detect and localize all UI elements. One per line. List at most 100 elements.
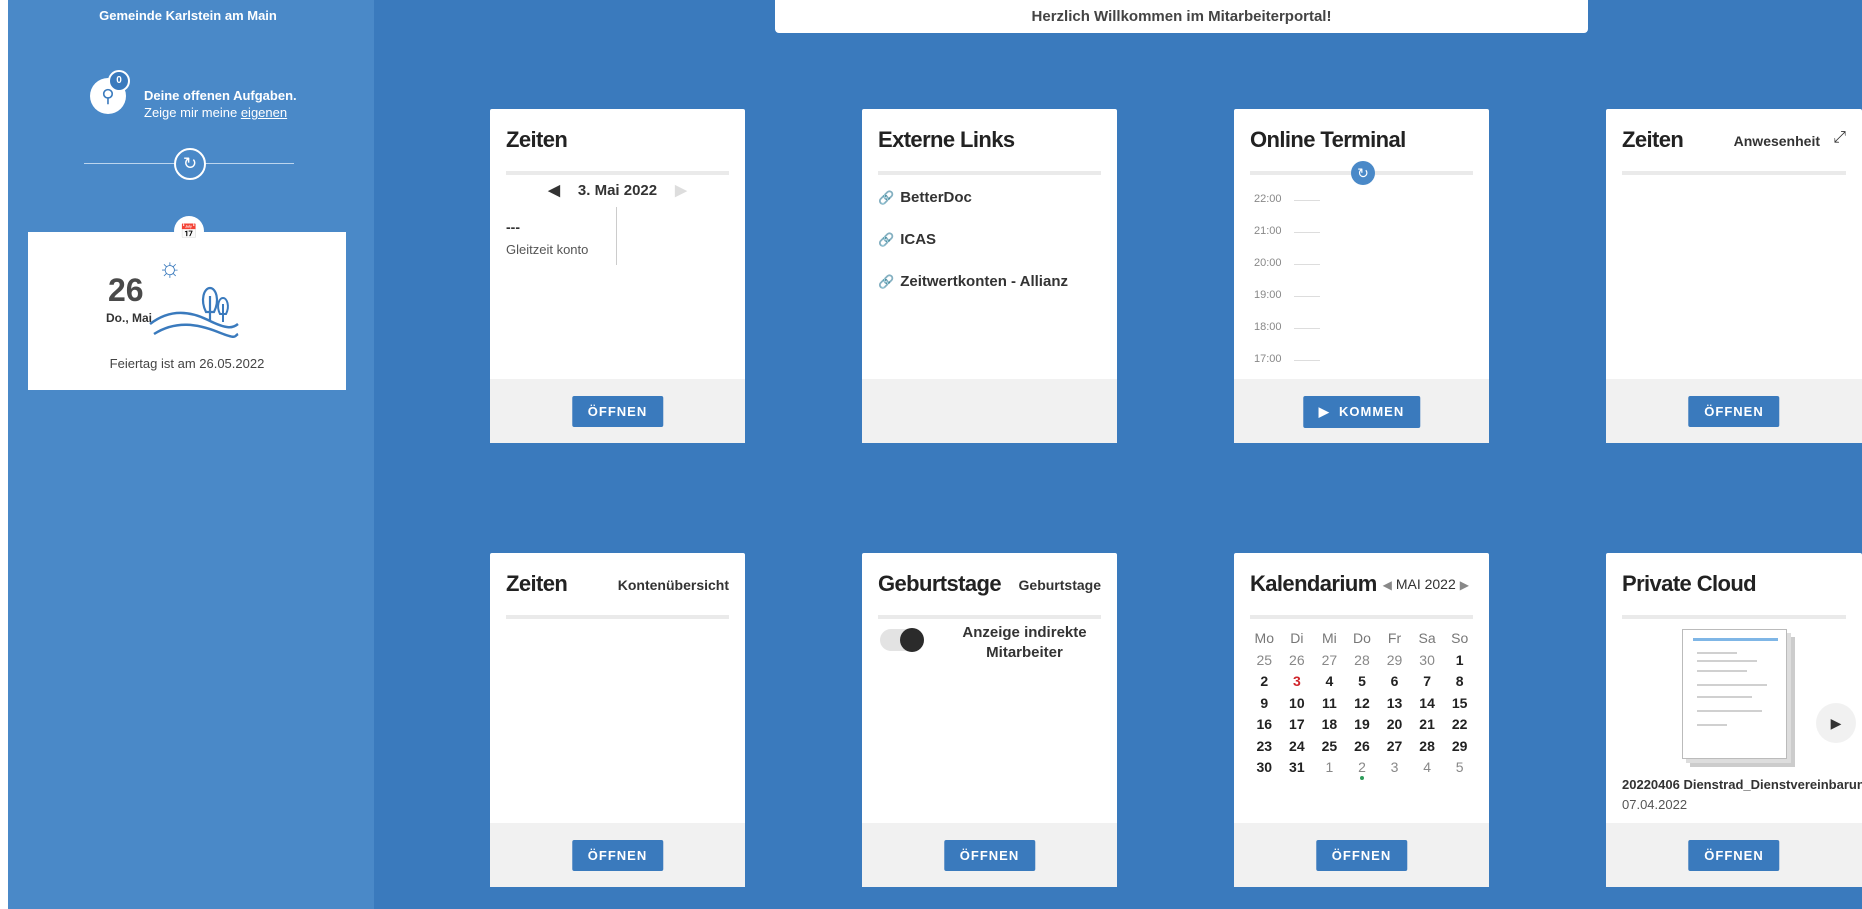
day-cell[interactable]: 22 bbox=[1443, 714, 1476, 736]
link-icon: 🔗 bbox=[878, 232, 895, 247]
open-button[interactable]: ÖFFNEN bbox=[1315, 840, 1408, 871]
prev-date-icon[interactable]: ◀ bbox=[548, 182, 560, 199]
day-cell[interactable]: 23 bbox=[1248, 735, 1281, 757]
card-footer: ÖFFNEN bbox=[490, 823, 745, 887]
day-cell[interactable]: 2 bbox=[1248, 671, 1281, 693]
day-cell[interactable]: 26 bbox=[1346, 735, 1379, 757]
tasks-prompt: Zeige mir meine bbox=[144, 105, 238, 120]
day-cell[interactable]: 25 bbox=[1248, 649, 1281, 671]
day-cell[interactable]: 24 bbox=[1281, 735, 1314, 757]
day-cell-event[interactable]: 2 bbox=[1346, 757, 1379, 780]
left-edge bbox=[0, 0, 8, 909]
own-tasks-link[interactable]: eigenen bbox=[241, 105, 287, 120]
next-date-icon[interactable]: ▶ bbox=[675, 182, 687, 199]
day-cell[interactable]: 29 bbox=[1378, 649, 1411, 671]
day-cell[interactable]: 20 bbox=[1378, 714, 1411, 736]
day-cell[interactable]: 30 bbox=[1411, 649, 1444, 671]
day-cell[interactable]: 17 bbox=[1281, 714, 1314, 736]
card-title: Kalendarium bbox=[1250, 571, 1377, 596]
open-button[interactable]: ÖFFNEN bbox=[1688, 396, 1780, 427]
prev-month-icon[interactable]: ◀ bbox=[1383, 578, 1392, 592]
day-cell[interactable]: 5 bbox=[1346, 671, 1379, 693]
card-subtitle: Anwesenheit bbox=[1733, 133, 1820, 149]
day-cell[interactable]: 26 bbox=[1281, 649, 1314, 671]
day-cell[interactable]: 29 bbox=[1443, 735, 1476, 757]
day-cell[interactable]: 1 bbox=[1313, 757, 1346, 779]
day-cell[interactable]: 3 bbox=[1378, 757, 1411, 779]
doc-line bbox=[1697, 652, 1737, 654]
day-cell[interactable]: 28 bbox=[1411, 735, 1444, 757]
day-cell[interactable]: 8 bbox=[1443, 671, 1476, 693]
calendar-icon[interactable]: 📅 bbox=[174, 216, 204, 246]
card-external-links: Externe Links 🔗 BetterDoc 🔗 ICAS 🔗 Zeitwert… bbox=[862, 109, 1117, 443]
external-link[interactable]: 🔗 Zeitwertkonten - Allianz bbox=[878, 273, 1068, 290]
next-month-icon[interactable]: ▶ bbox=[1460, 578, 1469, 592]
day-cell[interactable]: 27 bbox=[1313, 649, 1346, 671]
day-cell[interactable]: 13 bbox=[1378, 692, 1411, 714]
day-label: Do., Mai bbox=[106, 311, 153, 325]
doc-line bbox=[1697, 684, 1767, 686]
refresh-icon[interactable]: ↻ bbox=[174, 148, 206, 180]
day-cell[interactable]: 4 bbox=[1411, 757, 1444, 779]
day-cell[interactable]: 11 bbox=[1313, 692, 1346, 714]
week-row: 30 31 1 2 3 4 5 bbox=[1248, 757, 1476, 780]
card-divider bbox=[506, 615, 729, 619]
card-private-cloud: Private Cloud ▶ 20220406 Dienstrad_Diens… bbox=[1606, 553, 1862, 887]
day-cell[interactable]: 31 bbox=[1281, 757, 1314, 779]
hour-label: 22:00 bbox=[1254, 193, 1319, 205]
card-title: Zeiten bbox=[506, 127, 568, 152]
indirect-employees-toggle[interactable] bbox=[880, 628, 924, 652]
card-subtitle: Geburtstage bbox=[1018, 577, 1101, 593]
week-row: 2 3 4 5 6 7 8 bbox=[1248, 671, 1476, 693]
day-cell[interactable]: 9 bbox=[1248, 692, 1281, 714]
weekday-row: Mo Di Mi Do Fr Sa So bbox=[1248, 627, 1476, 649]
gleitzeit-label: Gleitzeit konto bbox=[506, 242, 589, 257]
weekday-label: Mi bbox=[1322, 630, 1337, 646]
next-document-icon[interactable]: ▶ bbox=[1816, 703, 1856, 743]
file-name: 20220406 Dienstrad_Dienstvereinbarung.pd… bbox=[1622, 777, 1862, 792]
weekday-label: Sa bbox=[1418, 630, 1436, 646]
day-cell[interactable]: 14 bbox=[1411, 692, 1444, 714]
week-row: 25 26 27 28 29 30 1 bbox=[1248, 649, 1476, 671]
day-cell[interactable]: 18 bbox=[1313, 714, 1346, 736]
external-link[interactable]: 🔗 BetterDoc bbox=[878, 189, 972, 206]
day-cell[interactable]: 5 bbox=[1443, 757, 1476, 779]
day-cell[interactable]: 15 bbox=[1443, 692, 1476, 714]
day-cell[interactable]: 28 bbox=[1346, 649, 1379, 671]
doc-line bbox=[1697, 670, 1747, 672]
day-cell[interactable]: 30 bbox=[1248, 757, 1281, 779]
toggle-label: Anzeige indirekte Mitarbeiter bbox=[962, 624, 1087, 661]
day-cell[interactable]: 10 bbox=[1281, 692, 1314, 714]
day-cell[interactable]: 21 bbox=[1411, 714, 1444, 736]
open-button[interactable]: ÖFFNEN bbox=[943, 840, 1036, 871]
link-label: BetterDoc bbox=[900, 189, 972, 206]
landscape-icon bbox=[149, 286, 239, 338]
day-cell[interactable]: 25 bbox=[1313, 735, 1346, 757]
weekday-label: Do bbox=[1353, 630, 1371, 646]
day-cell[interactable]: 7 bbox=[1411, 671, 1444, 693]
kommen-button[interactable]: ▶ KOMMEN bbox=[1302, 396, 1421, 428]
day-cell[interactable]: 19 bbox=[1346, 714, 1379, 736]
card-title: Online Terminal bbox=[1250, 127, 1406, 152]
open-button[interactable]: ÖFFNEN bbox=[571, 840, 664, 871]
month-grid: Mo Di Mi Do Fr Sa So 25 26 27 28 29 30 1… bbox=[1248, 627, 1476, 780]
date-navigator: ◀ 3. Mai 2022 ▶ bbox=[490, 181, 745, 199]
hour-label: 19:00 bbox=[1254, 289, 1319, 301]
day-cell[interactable]: 27 bbox=[1378, 735, 1411, 757]
open-button[interactable]: ÖFFNEN bbox=[1688, 840, 1780, 871]
card-divider bbox=[878, 615, 1101, 619]
external-link[interactable]: 🔗 ICAS bbox=[878, 231, 936, 248]
day-cell[interactable]: 1 bbox=[1443, 649, 1476, 671]
card-subtitle: Kontenübersicht bbox=[617, 577, 729, 593]
day-cell[interactable]: 16 bbox=[1248, 714, 1281, 736]
day-cell[interactable]: 12 bbox=[1346, 692, 1379, 714]
sync-icon[interactable]: ↻ bbox=[1351, 161, 1375, 185]
document-thumbnail[interactable] bbox=[1682, 629, 1787, 759]
card-title: Zeiten bbox=[1622, 127, 1684, 152]
open-button[interactable]: ÖFFNEN bbox=[571, 396, 664, 427]
expand-icon[interactable]: ⤢ bbox=[1833, 129, 1846, 147]
card-zeiten-anwesenheit: Zeiten Anwesenheit ⤢ ÖFFNEN bbox=[1606, 109, 1862, 443]
day-cell[interactable]: 6 bbox=[1378, 671, 1411, 693]
day-cell[interactable]: 4 bbox=[1313, 671, 1346, 693]
day-cell-today[interactable]: 3 bbox=[1281, 671, 1314, 693]
